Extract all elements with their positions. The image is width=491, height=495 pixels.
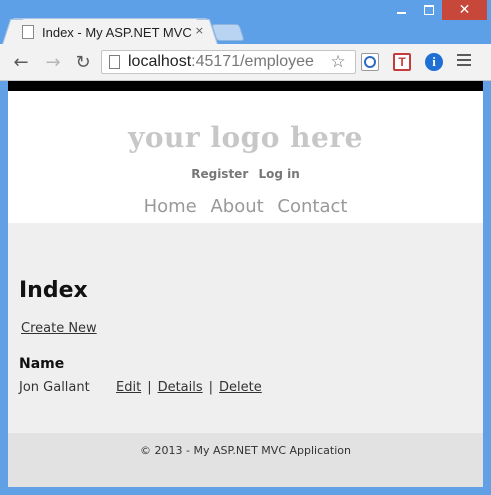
menu-about[interactable]: About [210,196,263,217]
browser-window: ✕ Index - My ASP.NET MVC × ← → ↻ localho… [0,0,491,495]
url-path: :45171/employee [191,53,314,70]
site-footer: © 2013 - My ASP.NET MVC Application [8,433,483,487]
footer-copyright: © 2013 - My ASP.NET MVC Application [140,444,351,457]
minimize-button[interactable] [388,0,415,20]
delete-link[interactable]: Delete [219,380,262,395]
url-host: localhost [128,53,192,70]
top-bar [8,81,483,91]
back-button[interactable]: ← [10,51,32,73]
hamburger-menu-icon[interactable] [457,54,471,68]
login-link[interactable]: Log in [258,167,299,181]
reload-button[interactable]: ↻ [72,51,94,73]
maximize-icon [423,5,434,15]
new-tab-button[interactable] [211,24,245,41]
create-new-link[interactable]: Create New [21,321,97,336]
address-bar[interactable]: localhost:45171/employee [101,50,356,74]
ie-tab-extension-icon[interactable] [361,53,379,71]
info-extension-icon[interactable]: i [425,53,443,71]
menu-home[interactable]: Home [144,196,197,217]
forward-button[interactable]: → [42,51,64,73]
cell-name: Jon Gallant [19,380,90,395]
tab-title: Index - My ASP.NET MVC [42,24,192,40]
tab-index[interactable]: Index - My ASP.NET MVC × [11,18,209,45]
page-viewport: your logo here Register Log in Home Abou… [8,81,483,487]
url-text[interactable]: localhost:45171/employee [128,53,314,71]
page-title: Index [19,278,88,303]
login-links: Register Log in [8,167,483,181]
t-extension-icon[interactable]: T [393,53,411,71]
bookmark-star-icon[interactable]: ☆ [328,52,348,72]
minimize-icon [397,12,406,14]
separator: | [147,380,152,395]
site-header: your logo here Register Log in Home Abou… [8,91,483,223]
row-actions: Edit | Details | Delete [116,380,262,395]
main-content: Index Create New Name Jon Gallant Edit | D… [8,223,483,433]
browser-toolbar: ← → ↻ localhost:45171/employee ☆ T i [0,44,491,81]
register-link[interactable]: Register [191,167,248,181]
separator: | [208,380,214,395]
title-bar: ✕ Index - My ASP.NET MVC × [0,0,491,45]
page-icon [109,55,120,69]
maximize-button[interactable] [415,0,442,20]
close-tab-icon[interactable]: × [195,24,204,37]
main-menu: Home About Contact [8,196,483,217]
column-header-name: Name [19,356,65,372]
menu-contact[interactable]: Contact [277,196,347,217]
close-window-button[interactable]: ✕ [442,0,487,20]
details-link[interactable]: Details [158,380,203,395]
edit-link[interactable]: Edit [116,380,141,395]
site-logo[interactable]: your logo here [8,121,483,154]
page-icon [22,25,34,39]
ie-e-icon [364,56,376,68]
